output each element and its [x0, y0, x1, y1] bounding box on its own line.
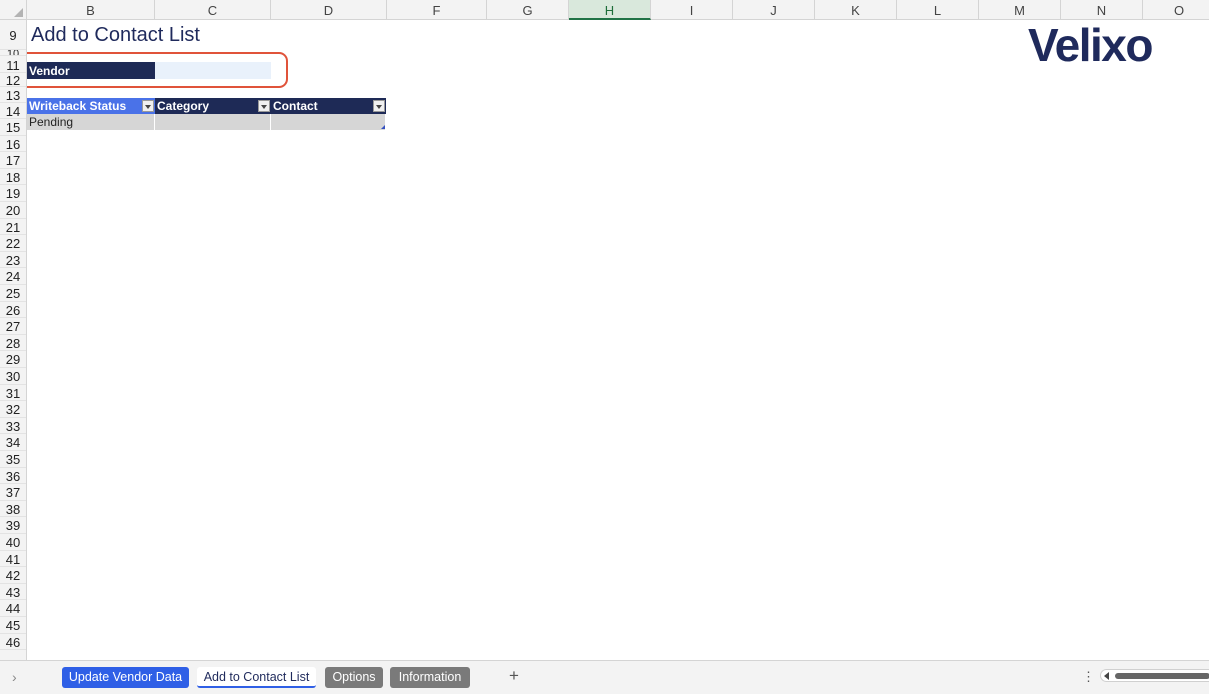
row-header-43[interactable]: 43: [0, 584, 26, 601]
row-header-39[interactable]: 39: [0, 517, 26, 534]
column-header-l[interactable]: L: [897, 0, 979, 20]
row-header-12[interactable]: 12: [0, 73, 26, 88]
row-header-13[interactable]: 13: [0, 87, 26, 103]
row-header-35[interactable]: 35: [0, 451, 26, 468]
row-header-32[interactable]: 32: [0, 401, 26, 418]
row-header-45[interactable]: 45: [0, 617, 26, 634]
column-header-n[interactable]: N: [1061, 0, 1143, 20]
column-header-i[interactable]: I: [651, 0, 733, 20]
row-header-34[interactable]: 34: [0, 434, 26, 451]
header-label: Writeback Status: [29, 99, 127, 113]
tab-update-vendor-data[interactable]: Update Vendor Data: [62, 667, 189, 688]
row-header-40[interactable]: 40: [0, 534, 26, 551]
vertical-dots-icon[interactable]: ⋮: [1082, 669, 1095, 685]
row-header-26[interactable]: 26: [0, 302, 26, 319]
row-header-30[interactable]: 30: [0, 368, 26, 385]
column-header-c[interactable]: C: [155, 0, 271, 20]
column-header-bar: BCDFGHIJKLMNO: [0, 0, 1209, 20]
row-header-28[interactable]: 28: [0, 335, 26, 352]
row-header-36[interactable]: 36: [0, 468, 26, 485]
tab-options[interactable]: Options: [325, 667, 383, 688]
tab-information[interactable]: Information: [390, 667, 470, 688]
row-header-27[interactable]: 27: [0, 318, 26, 335]
row-header-18[interactable]: 18: [0, 169, 26, 186]
sheet-tab-bar: › Update Vendor Data Add to Contact List…: [0, 660, 1209, 694]
row-header-bar: 9 10 11 12 13 14 15 16 17 18 19 20 21 22 23 24 25 26 27 28 2…: [0, 20, 27, 660]
horizontal-scrollbar[interactable]: [1100, 669, 1209, 682]
table-header-contact[interactable]: Contact: [271, 98, 386, 114]
row-header-21[interactable]: 21: [0, 219, 26, 236]
row-header-41[interactable]: 41: [0, 551, 26, 568]
row-header-44[interactable]: 44: [0, 600, 26, 617]
filter-dropdown-icon[interactable]: [258, 100, 270, 112]
row-header-23[interactable]: 23: [0, 252, 26, 269]
row-header-38[interactable]: 38: [0, 501, 26, 518]
table-cell-writeback-status[interactable]: Pending: [27, 114, 155, 130]
row-header-19[interactable]: 19: [0, 185, 26, 202]
row-header-24[interactable]: 24: [0, 268, 26, 285]
row-header-22[interactable]: 22: [0, 235, 26, 252]
select-all-corner[interactable]: [0, 0, 27, 20]
velixo-logo: Velixo: [1028, 19, 1153, 71]
column-header-j[interactable]: J: [733, 0, 815, 20]
plus-icon[interactable]: +: [509, 666, 519, 686]
row-header-14[interactable]: 14: [0, 103, 26, 119]
vendor-input-cell[interactable]: [155, 62, 271, 79]
table-header-category[interactable]: Category: [155, 98, 271, 114]
filter-dropdown-icon[interactable]: [142, 100, 154, 112]
column-header-g[interactable]: G: [487, 0, 569, 20]
row-header-20[interactable]: 20: [0, 202, 26, 219]
table-cell-contact[interactable]: [271, 114, 386, 130]
row-header-33[interactable]: 33: [0, 418, 26, 435]
header-label: Category: [157, 99, 210, 113]
sheet-grid[interactable]: Add to Contact List Vendor Writeback Sta…: [27, 20, 1209, 660]
tab-add-to-contact-list[interactable]: Add to Contact List: [197, 667, 316, 688]
scroll-left-icon[interactable]: [1104, 672, 1109, 680]
row-header-46[interactable]: 46: [0, 634, 26, 651]
column-header-h[interactable]: H: [569, 0, 651, 20]
column-header-k[interactable]: K: [815, 0, 897, 20]
table-header-writeback-status[interactable]: Writeback Status: [27, 98, 155, 114]
scroll-thumb[interactable]: [1115, 673, 1209, 679]
row-header-16[interactable]: 16: [0, 136, 26, 153]
row-header-29[interactable]: 29: [0, 351, 26, 368]
row-header-37[interactable]: 37: [0, 484, 26, 501]
row-header-31[interactable]: 31: [0, 385, 26, 402]
column-header-d[interactable]: D: [271, 0, 387, 20]
row-header-15[interactable]: 15: [0, 119, 26, 136]
column-header-f[interactable]: F: [387, 0, 487, 20]
row-header-42[interactable]: 42: [0, 567, 26, 584]
filter-dropdown-icon[interactable]: [373, 100, 385, 112]
row-header-11[interactable]: 11: [0, 56, 26, 73]
row-header-17[interactable]: 17: [0, 152, 26, 169]
table-resize-handle[interactable]: [381, 125, 385, 129]
column-header-b[interactable]: B: [27, 0, 155, 20]
sheet-title: Add to Contact List: [31, 24, 200, 46]
chevron-right-icon[interactable]: ›: [12, 669, 17, 685]
vendor-label: Vendor: [27, 62, 155, 79]
row-header-25[interactable]: 25: [0, 285, 26, 302]
row-header-9[interactable]: 9: [0, 20, 26, 50]
header-label: Contact: [273, 99, 318, 113]
table-cell-category[interactable]: [155, 114, 271, 130]
column-header-m[interactable]: M: [979, 0, 1061, 20]
column-header-o[interactable]: O: [1143, 0, 1209, 20]
